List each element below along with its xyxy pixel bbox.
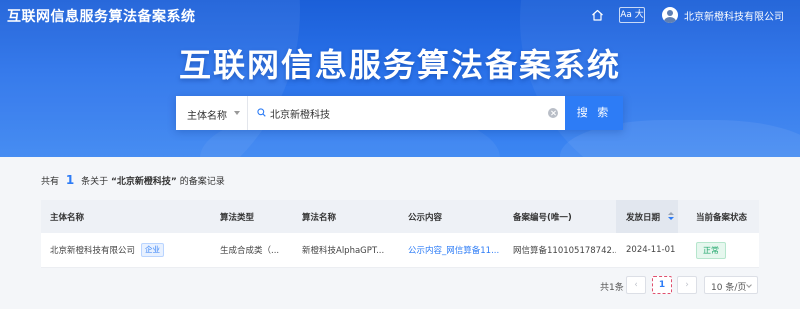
column-header: 公示内容	[408, 212, 443, 223]
status-cell: 正常	[696, 233, 758, 267]
font-size-toggle-button[interactable]: Aa 大	[619, 7, 645, 23]
entity-type-badge: 企业	[141, 243, 165, 257]
result-summary: 共有 1 条关于 “北京新橙科技” 的备案记录	[41, 173, 225, 187]
algo-type-cell: 生成合成类（...	[220, 246, 280, 256]
summary-prefix: 共有	[41, 177, 60, 187]
pagination: 共1条 ‹ 1 › 10 条/页	[0, 275, 800, 295]
status-badge: 正常	[696, 241, 726, 259]
page-size-value: 10 条/页	[711, 283, 747, 293]
algo-name-cell: 新橙科技AlphaGPT...	[302, 246, 385, 256]
prev-page-button[interactable]: ‹	[626, 276, 646, 294]
issue-date-cell: 2024-11-01	[626, 245, 676, 255]
search-type-select[interactable]: 主体名称	[176, 96, 248, 130]
app-title[interactable]: 互联网信息服务算法备案系统	[7, 6, 196, 26]
summary-suffix: 的备案记录	[179, 177, 225, 187]
summary-keyword: “北京新橙科技”	[111, 177, 177, 187]
home-icon[interactable]	[591, 9, 604, 21]
search-bar: 主体名称 搜 索	[176, 96, 623, 130]
column-header: 算法类型	[220, 212, 255, 223]
hero-banner: 互联网信息服务算法备案系统 Aa 大 北京新橙科技有限公司 互联网信息服务算法备…	[0, 0, 800, 157]
page-number-button[interactable]: 1	[652, 276, 672, 294]
column-header: 备案编号(唯一)	[513, 212, 572, 223]
summary-middle: 条关于	[81, 177, 109, 187]
search-field[interactable]	[248, 96, 565, 130]
user-name[interactable]: 北京新橙科技有限公司	[684, 8, 784, 23]
table-header: 主体名称 算法类型 算法名称 公示内容 备案编号(唯一) 发放日期 当前备案状态	[41, 200, 759, 233]
results-table: 主体名称 算法类型 算法名称 公示内容 备案编号(唯一) 发放日期 当前备案状态…	[41, 200, 759, 268]
search-button[interactable]: 搜 索	[565, 96, 623, 130]
search-input[interactable]	[270, 96, 540, 130]
column-header-label: 发放日期	[626, 212, 661, 223]
caret-down-icon	[234, 111, 240, 115]
page-size-select[interactable]: 10 条/页	[704, 276, 758, 294]
public-content-link[interactable]: 公示内容_网信算备11...	[408, 233, 506, 267]
top-bar: 互联网信息服务算法备案系统 Aa 大 北京新橙科技有限公司	[0, 0, 800, 30]
next-page-button[interactable]: ›	[677, 276, 697, 294]
chevron-down-icon	[746, 282, 752, 288]
hero-title: 互联网信息服务算法备案系统	[178, 46, 621, 84]
sort-icon[interactable]	[668, 212, 675, 221]
total-count: 共1条	[600, 283, 624, 293]
entity-name: 北京新橙科技有限公司	[50, 246, 136, 256]
entity-cell: 北京新橙科技有限公司 企业	[50, 233, 205, 267]
user-avatar-icon[interactable]	[662, 7, 678, 23]
clear-icon[interactable]	[548, 108, 558, 118]
search-icon	[257, 108, 266, 117]
column-header: 算法名称	[302, 212, 337, 223]
filing-number-cell: 网信算备110105178742...	[513, 246, 616, 256]
column-header-issue-date[interactable]: 发放日期	[616, 200, 678, 233]
column-header: 当前备案状态	[696, 212, 748, 223]
result-count: 1	[65, 173, 75, 187]
column-header: 主体名称	[50, 212, 85, 223]
search-type-label: 主体名称	[187, 111, 227, 122]
table-row: 北京新橙科技有限公司 企业 生成合成类（... 新橙科技AlphaGPT... …	[41, 233, 759, 268]
